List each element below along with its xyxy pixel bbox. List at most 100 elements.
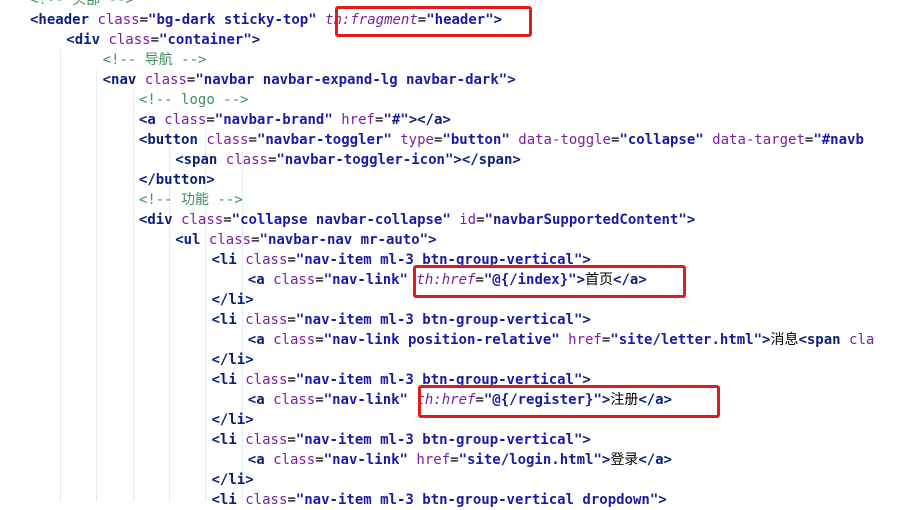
- code-tag: <span: [175, 152, 218, 168]
- indent-guide: [96, 70, 98, 501]
- code-attribute: class: [208, 232, 252, 248]
- code-tag: >: [453, 152, 462, 168]
- code-attribute: data-target: [712, 132, 805, 148]
- code-attribute: cla: [849, 332, 875, 348]
- code-attribute: class: [273, 452, 316, 468]
- code-line: <div class = "collapse navbar-collapse" id…: [139, 210, 695, 230]
- code-comment: <!-- logo -->: [138, 92, 249, 108]
- code-line: <div class="container">: [66, 30, 260, 50]
- code-value: "container": [159, 32, 252, 48]
- code-attribute: class: [245, 432, 288, 448]
- code-line: </li>: [212, 470, 254, 490]
- code-line: <span class="navbar-toggler-icon"></span…: [175, 150, 521, 170]
- code-tag: </a>: [638, 452, 673, 468]
- code-attribute: type: [400, 132, 434, 148]
- code-value: "nav-link": [323, 392, 408, 408]
- code-tag: <li: [211, 312, 237, 328]
- code-value: "nav-link position-relative": [323, 332, 560, 348]
- code-line: </button>: [139, 170, 215, 190]
- code-tag: <nav: [102, 72, 137, 88]
- code-attribute: class: [245, 372, 288, 388]
- code-value: "navbar-toggler": [256, 132, 392, 148]
- code-tag: </li>: [211, 472, 254, 488]
- code-line: <a class="navbar-brand" href="#"></a>: [139, 110, 451, 130]
- code-attribute: class: [225, 152, 268, 168]
- code-value: "collapse navbar-collapse": [231, 212, 451, 228]
- code-tag: <a: [247, 452, 265, 468]
- code-tag: </li>: [211, 352, 254, 368]
- code-equals: =: [248, 132, 257, 148]
- code-value: "nav-item ml-3 btn-group-vertical": [295, 312, 583, 328]
- code-tag: <li: [211, 372, 237, 388]
- code-equals: =: [150, 32, 160, 48]
- code-line: <li class="nav-item ml-3 btn-group-verti…: [212, 310, 591, 330]
- code-tag: <button: [138, 132, 198, 148]
- code-tag: <header: [30, 12, 90, 28]
- indent-guide: [169, 110, 171, 501]
- code-equals: =: [251, 232, 260, 248]
- code-line: <!-- logo -->: [139, 90, 249, 110]
- code-tag: </button>: [138, 172, 215, 188]
- code-attribute: class: [108, 32, 151, 48]
- code-value: "site/letter.html": [610, 332, 763, 348]
- code-tag: >: [686, 212, 696, 228]
- code-line: <button class="navbar-toggler" type="but…: [139, 130, 864, 150]
- code-tag: <div: [138, 212, 173, 228]
- code-tag: <li: [211, 432, 237, 448]
- code-attribute: class: [245, 312, 288, 328]
- code-attribute: class: [97, 12, 140, 28]
- code-text: 消息: [770, 332, 799, 348]
- code-attribute: href: [568, 332, 602, 348]
- code-tag: <span: [798, 332, 841, 348]
- code-line: <a class="nav-link position-relative" hr…: [248, 330, 875, 350]
- code-value: "nav-item ml-3 btn-group-vertical dropdo…: [295, 492, 659, 508]
- code-equals: =: [287, 372, 296, 388]
- code-tag: >: [408, 112, 418, 128]
- code-attribute: class: [164, 112, 207, 128]
- code-line: <nav class="navbar navbar-expand-lg navb…: [103, 70, 516, 90]
- code-tag: <li: [211, 252, 237, 268]
- code-attribute: class: [206, 132, 249, 148]
- code-line: <!-- 导航 -->: [103, 50, 207, 70]
- code-equals: =: [287, 432, 296, 448]
- code-attribute: class: [181, 212, 224, 228]
- code-tag: <li: [211, 492, 237, 508]
- code-text: 登录: [610, 452, 639, 468]
- highlight-box-th-href-index: [413, 265, 686, 298]
- code-line: <!-- 头部 -->: [30, 0, 134, 10]
- code-attribute: class: [273, 272, 316, 288]
- highlight-box-th-href-register: [418, 385, 720, 418]
- code-tag: <a: [247, 272, 265, 288]
- code-value: "nav-link": [323, 452, 408, 468]
- code-attribute: id: [459, 212, 477, 228]
- code-tag: >: [428, 232, 437, 248]
- code-value: "navbarSupportedContent": [484, 212, 687, 228]
- code-value: "navbar-brand": [214, 112, 333, 128]
- code-equals: =: [315, 452, 324, 468]
- code-equals: =: [206, 112, 215, 128]
- code-value: "site/login.html": [458, 452, 602, 468]
- code-equals: =: [315, 392, 324, 408]
- code-editor[interactable]: <!-- 头部 --> <header class="bg-dark sticky…: [0, 0, 912, 508]
- code-equals: =: [476, 212, 485, 228]
- code-equals: =: [315, 272, 324, 288]
- code-attribute: class: [273, 392, 316, 408]
